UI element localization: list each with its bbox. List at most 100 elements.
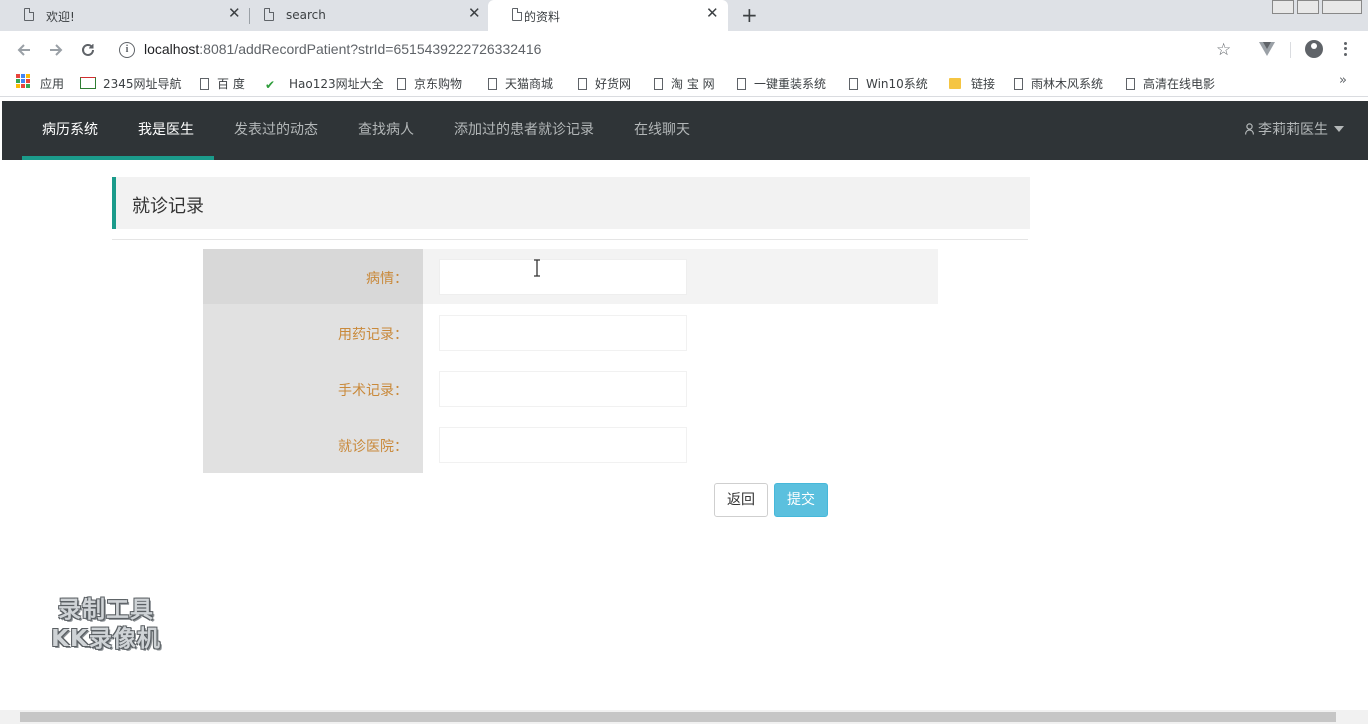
folder-icon	[949, 78, 961, 89]
page-icon	[264, 8, 274, 21]
bookmark-2345[interactable]: 2345网址导航	[80, 75, 182, 92]
bookmark-apps[interactable]: 应用	[40, 75, 64, 92]
restore-icon[interactable]	[1297, 0, 1319, 14]
active-nav-indicator	[22, 156, 214, 160]
page-icon	[200, 78, 209, 90]
label-condition: 病情：	[366, 271, 408, 287]
bookmarks-overflow-icon[interactable]: »	[1339, 73, 1347, 88]
page-icon	[397, 78, 406, 90]
page-icon	[578, 78, 587, 90]
bookmark-label: 好货网	[595, 77, 632, 91]
tab-title: search	[286, 8, 326, 22]
section-header: 就诊记录	[112, 177, 1030, 229]
text-cursor-icon	[532, 259, 542, 277]
window-close-icon[interactable]	[1322, 0, 1362, 14]
apps-grid-icon[interactable]	[16, 74, 30, 88]
bookmark-label: 一键重装系统	[754, 77, 827, 91]
page-icon	[512, 8, 522, 21]
user-menu[interactable]: 李莉莉医生	[1245, 101, 1344, 160]
url-host: localhost	[144, 41, 200, 57]
url-path: :8081/addRecordPatient?strId=65154392227…	[199, 41, 542, 57]
account-icon[interactable]	[1305, 40, 1323, 58]
bookmark-jd[interactable]: 京东购物	[397, 75, 462, 92]
extension-icon[interactable]	[1258, 41, 1276, 57]
condition-input[interactable]	[439, 259, 687, 295]
browser-tab-welcome[interactable]: 欢迎! ✕	[0, 0, 249, 31]
nav-posts[interactable]: 发表过的动态	[234, 101, 318, 160]
label-surgery: 手术记录：	[338, 383, 408, 399]
horizontal-scrollbar-thumb[interactable]	[20, 712, 1336, 722]
page-icon	[1014, 78, 1023, 90]
page-icon	[488, 78, 497, 90]
address-bar[interactable]: localhost:8081/addRecordPatient?strId=65…	[144, 41, 541, 57]
site-info-icon[interactable]: i	[119, 42, 135, 58]
bookmark-label: 2345网址导航	[103, 77, 182, 91]
browser-tab-profile[interactable]: 的资料 ✕	[488, 0, 728, 31]
page-icon	[654, 78, 663, 90]
bookmark-haohuo[interactable]: 好货网	[578, 75, 631, 92]
hospital-input[interactable]	[439, 427, 687, 463]
bookmark-label: 高清在线电影	[1143, 77, 1216, 91]
nav-chat[interactable]: 在线聊天	[634, 101, 690, 160]
tab-strip: 欢迎! ✕ search ✕ 的资料 ✕ +	[0, 0, 1368, 31]
medication-input[interactable]	[439, 315, 687, 351]
bookmark-label: 淘 宝 网	[671, 77, 715, 91]
bookmark-label: Win10系统	[866, 77, 928, 91]
nav-visit-records[interactable]: 添加过的患者就诊记录	[454, 101, 594, 160]
new-tab-plus-icon[interactable]: +	[741, 5, 758, 25]
bookmark-win10[interactable]: Win10系统	[849, 75, 928, 92]
menu-kebab-icon[interactable]	[1344, 40, 1348, 58]
forward-arrow-icon[interactable]	[46, 40, 66, 60]
page-icon	[1126, 78, 1135, 90]
user-name: 李莉莉医生	[1258, 122, 1328, 138]
browser-toolbar: i localhost:8081/addRecordPatient?strId=…	[0, 31, 1368, 69]
bookmark-tmall[interactable]: 天猫商城	[488, 75, 553, 92]
watermark-line2: KK录像机	[51, 626, 161, 652]
back-button[interactable]: 返回	[714, 483, 768, 517]
bookmark-label: 应用	[40, 77, 65, 91]
submit-button[interactable]: 提交	[774, 483, 828, 517]
tab-close-icon[interactable]: ✕	[468, 6, 481, 21]
user-icon	[1245, 102, 1254, 135]
nav-doctor[interactable]: 我是医生	[138, 101, 194, 160]
page-icon	[24, 8, 34, 21]
toolbar-separator	[1290, 42, 1291, 58]
bookmark-label: Hao123网址大全	[289, 77, 384, 91]
bookmark-taobao[interactable]: 淘 宝 网	[654, 75, 715, 92]
tab-title: 的资料	[524, 10, 561, 24]
bookmark-reinstall[interactable]: 一键重装系统	[737, 75, 826, 92]
tab-close-icon[interactable]: ✕	[228, 6, 241, 21]
section-divider	[112, 239, 1028, 240]
page-icon	[737, 78, 746, 90]
check-logo-icon: ✔	[265, 78, 276, 92]
surgery-input[interactable]	[439, 371, 687, 407]
bookmark-label: 天猫商城	[505, 77, 554, 91]
reload-icon[interactable]	[78, 40, 98, 60]
house-icon	[80, 77, 96, 89]
nav-find-patient[interactable]: 查找病人	[358, 101, 414, 160]
tab-title: 欢迎!	[46, 10, 75, 24]
browser-tab-search[interactable]: search ✕	[240, 0, 489, 31]
bookmark-baidu[interactable]: 百 度	[200, 75, 245, 92]
bookmark-label: 雨林木风系统	[1031, 77, 1104, 91]
bookmark-label: 链接	[971, 77, 996, 91]
tab-close-icon[interactable]: ✕	[706, 6, 719, 21]
minimize-icon[interactable]	[1272, 0, 1294, 14]
bookmark-movies[interactable]: 高清在线电影	[1126, 75, 1215, 92]
bookmark-label: 京东购物	[414, 77, 463, 91]
label-hospital: 就诊医院：	[338, 439, 408, 455]
nav-brand[interactable]: 病历系统	[42, 101, 98, 160]
label-medication: 用药记录：	[338, 327, 408, 343]
bookmark-links-folder[interactable]: 链接	[949, 75, 995, 92]
back-arrow-icon[interactable]	[14, 40, 34, 60]
section-title: 就诊记录	[132, 196, 204, 217]
recorder-watermark: 录制工具 KK录像机	[36, 596, 176, 654]
bookmark-label: 百 度	[217, 77, 245, 91]
bookmark-hao123[interactable]: ✔ Hao123网址大全	[265, 75, 384, 92]
page-icon	[849, 78, 858, 90]
top-navbar: 病历系统 我是医生 发表过的动态 查找病人 添加过的患者就诊记录 在线聊天 李莉…	[2, 101, 1368, 160]
bookmark-ylmf[interactable]: 雨林木风系统	[1014, 75, 1103, 92]
watermark-line1: 录制工具	[58, 597, 154, 623]
caret-down-icon	[1334, 126, 1344, 132]
bookmark-star-icon[interactable]: ☆	[1216, 40, 1231, 60]
